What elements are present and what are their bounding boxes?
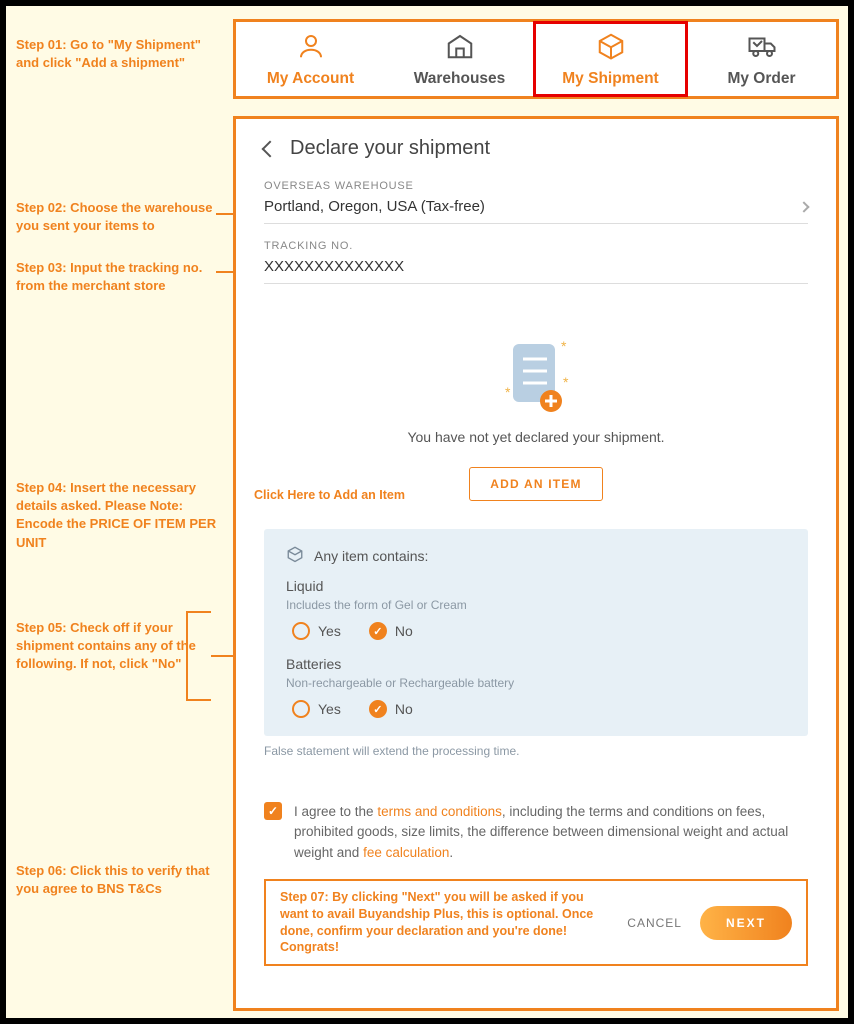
tab-label: My Account — [267, 70, 354, 88]
chevron-right-icon — [798, 201, 809, 212]
tab-label: My Shipment — [562, 70, 658, 88]
empty-shipment-illustration: * * * — [264, 339, 808, 419]
svg-text:*: * — [561, 339, 567, 354]
batteries-no-radio[interactable]: No — [369, 700, 413, 718]
tab-my-order[interactable]: My Order — [687, 22, 836, 96]
tab-my-shipment[interactable]: My Shipment — [533, 21, 688, 97]
step-01: Step 01: Go to "My Shipment" and click "… — [16, 36, 221, 72]
tracking-value: XXXXXXXXXXXXXX — [264, 258, 404, 275]
tracking-field[interactable]: TRACKING NO. XXXXXXXXXXXXXX — [264, 240, 808, 284]
tab-my-account[interactable]: My Account — [236, 22, 385, 96]
tracking-label: TRACKING NO. — [264, 240, 808, 252]
add-an-item-button[interactable]: ADD AN ITEM — [469, 467, 602, 501]
next-button[interactable]: NEXT — [700, 906, 792, 940]
cancel-button[interactable]: CANCEL — [627, 916, 682, 930]
user-icon — [296, 31, 326, 66]
declare-shipment-panel: Declare your shipment OVERSEAS WAREHOUSE… — [233, 116, 839, 1011]
terms-link[interactable]: terms and conditions — [377, 804, 502, 819]
tabs-bar: My Account Warehouses My Shipment My Ord… — [233, 19, 839, 99]
box-icon — [596, 31, 626, 66]
agree-text: I agree to the terms and conditions, inc… — [294, 802, 808, 863]
liquid-sub: Includes the form of Gel or Cream — [286, 598, 786, 612]
batteries-sub: Non-rechargeable or Rechargeable battery — [286, 676, 786, 690]
warehouse-label: OVERSEAS WAREHOUSE — [264, 180, 808, 192]
warehouse-icon — [445, 31, 475, 66]
agree-terms-row: I agree to the terms and conditions, inc… — [264, 802, 808, 863]
liquid-no-radio[interactable]: No — [369, 622, 413, 640]
batteries-yes-radio[interactable]: Yes — [292, 700, 341, 718]
tab-warehouses[interactable]: Warehouses — [385, 22, 534, 96]
contains-header-text: Any item contains: — [314, 548, 428, 564]
tab-label: My Order — [727, 70, 795, 88]
fee-link[interactable]: fee calculation — [363, 845, 449, 860]
item-contains-panel: Any item contains: Liquid Includes the f… — [264, 529, 808, 736]
step-07: Step 07: By clicking "Next" you will be … — [280, 889, 609, 957]
chevron-left-icon[interactable] — [262, 140, 279, 157]
step-04: Step 04: Insert the necessary details as… — [16, 479, 221, 552]
warehouse-field[interactable]: OVERSEAS WAREHOUSE Portland, Oregon, USA… — [264, 180, 808, 224]
step-06: Step 06: Click this to verify that you a… — [16, 862, 221, 898]
agree-checkbox[interactable] — [264, 802, 282, 820]
tab-label: Warehouses — [414, 70, 506, 88]
warehouse-value: Portland, Oregon, USA (Tax-free) — [264, 198, 485, 215]
step-02: Step 02: Choose the warehouse you sent y… — [16, 199, 221, 235]
svg-text:*: * — [505, 384, 511, 400]
truck-icon — [747, 31, 777, 66]
bracket-step5 — [186, 611, 211, 701]
liquid-yes-radio[interactable]: Yes — [292, 622, 341, 640]
page-title: Declare your shipment — [290, 137, 490, 160]
svg-text:*: * — [563, 374, 569, 390]
step-03: Step 03: Input the tracking no. from the… — [16, 259, 221, 295]
batteries-label: Batteries — [286, 656, 786, 672]
empty-shipment-message: You have not yet declared your shipment. — [264, 429, 808, 445]
box-icon — [286, 545, 304, 566]
false-statement-note: False statement will extend the processi… — [264, 744, 808, 758]
step-05: Step 05: Check off if your shipment cont… — [16, 619, 221, 674]
liquid-label: Liquid — [286, 578, 786, 594]
footer-row: Step 07: By clicking "Next" you will be … — [264, 879, 808, 967]
